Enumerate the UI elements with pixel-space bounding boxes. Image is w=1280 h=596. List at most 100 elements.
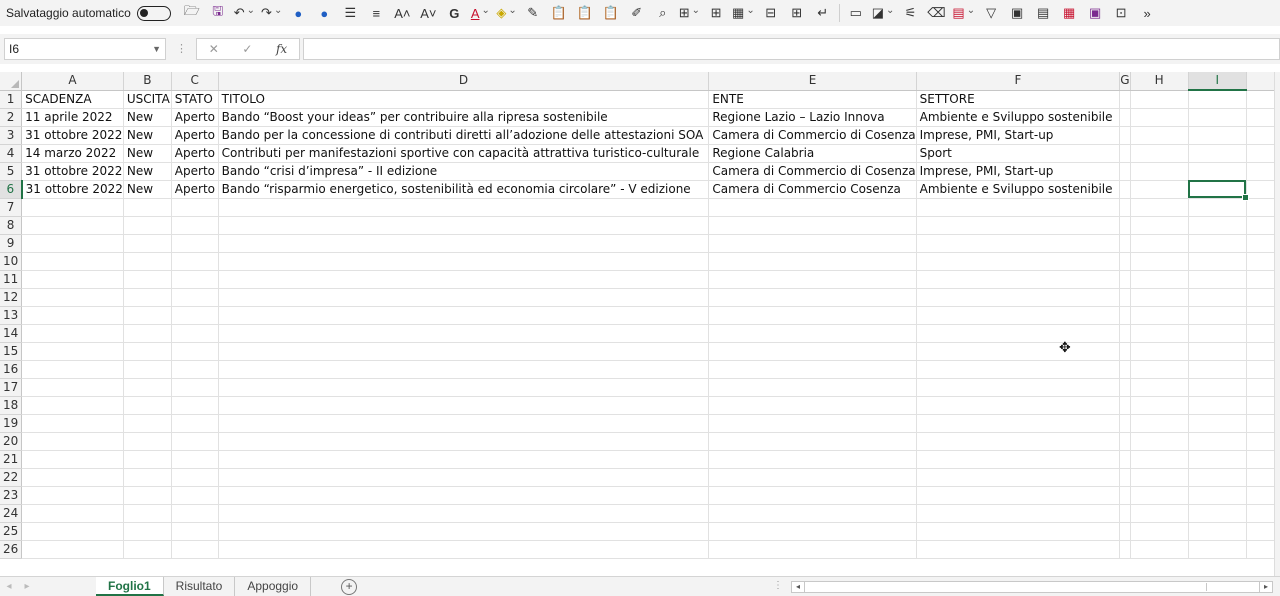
- cell-c20[interactable]: [171, 432, 219, 451]
- cell-d11[interactable]: [218, 270, 710, 289]
- cell-i19[interactable]: [1188, 414, 1247, 433]
- cell-b8[interactable]: [123, 216, 172, 235]
- cell-h7[interactable]: [1130, 198, 1189, 217]
- cell-a5[interactable]: 31 ottobre 2022: [21, 162, 124, 181]
- cell-d18[interactable]: [218, 396, 710, 415]
- cell-c14[interactable]: [171, 324, 219, 343]
- cell-i26[interactable]: [1188, 540, 1247, 559]
- cell-g8[interactable]: [1119, 216, 1131, 235]
- cell-h20[interactable]: [1130, 432, 1189, 451]
- cell-b15[interactable]: [123, 342, 172, 361]
- tab-prev-icon[interactable]: ◂: [0, 581, 18, 592]
- cell-g17[interactable]: [1119, 378, 1131, 397]
- cell-a14[interactable]: [21, 324, 124, 343]
- paste-format-icon[interactable]: 📋: [598, 2, 624, 24]
- row-header[interactable]: 19: [0, 414, 23, 433]
- cell-c7[interactable]: [171, 198, 219, 217]
- confirm-icon[interactable]: ✓: [242, 42, 252, 56]
- cell-h1[interactable]: [1130, 90, 1189, 109]
- add-sheet-icon[interactable]: +: [341, 578, 358, 595]
- row-header[interactable]: 24: [0, 504, 23, 523]
- row-header[interactable]: 22: [0, 468, 23, 487]
- cell-i25[interactable]: [1188, 522, 1247, 541]
- cell-f3[interactable]: Imprese, PMI, Start-up: [916, 126, 1121, 145]
- cell-c19[interactable]: [171, 414, 219, 433]
- cell-b13[interactable]: [123, 306, 172, 325]
- row-header[interactable]: 12: [0, 288, 23, 307]
- align-left-icon[interactable]: ≡: [363, 2, 389, 24]
- cell-d21[interactable]: [218, 450, 710, 469]
- cell-c15[interactable]: [171, 342, 219, 361]
- cell-g9[interactable]: [1119, 234, 1131, 253]
- row-header[interactable]: 23: [0, 486, 23, 505]
- row-header[interactable]: 21: [0, 450, 23, 469]
- cell-c16[interactable]: [171, 360, 219, 379]
- column-header-e[interactable]: E: [708, 72, 917, 91]
- row-header[interactable]: 3: [0, 126, 23, 145]
- vertical-scrollbar[interactable]: [1274, 72, 1280, 576]
- cell-i11[interactable]: [1188, 270, 1247, 289]
- cell-f11[interactable]: [916, 270, 1121, 289]
- row-header[interactable]: 4: [0, 144, 23, 163]
- cell-b23[interactable]: [123, 486, 172, 505]
- cell-f4[interactable]: Sport: [916, 144, 1121, 163]
- fill-icon[interactable]: ▤: [949, 2, 978, 24]
- cell-a12[interactable]: [21, 288, 124, 307]
- row-header[interactable]: 8: [0, 216, 23, 235]
- cell-b14[interactable]: [123, 324, 172, 343]
- cell-e22[interactable]: [708, 468, 917, 487]
- column-header-b[interactable]: B: [123, 72, 172, 91]
- cell-c12[interactable]: [171, 288, 219, 307]
- cell-d23[interactable]: [218, 486, 710, 505]
- cell-g20[interactable]: [1119, 432, 1131, 451]
- formula-bar-handle-icon[interactable]: ⋮: [176, 42, 187, 55]
- cell-e20[interactable]: [708, 432, 917, 451]
- cell-d24[interactable]: [218, 504, 710, 523]
- cell-e16[interactable]: [708, 360, 917, 379]
- cell-b26[interactable]: [123, 540, 172, 559]
- cell-c1[interactable]: STATO: [171, 90, 219, 109]
- cell-d1[interactable]: TITOLO: [218, 90, 710, 109]
- cell-c21[interactable]: [171, 450, 219, 469]
- cell-a18[interactable]: [21, 396, 124, 415]
- redo-icon[interactable]: ↷: [258, 2, 285, 24]
- row-header[interactable]: 14: [0, 324, 23, 343]
- fill-handle[interactable]: [1242, 194, 1250, 201]
- filter-icon[interactable]: ▽: [978, 2, 1004, 24]
- row-header[interactable]: 25: [0, 522, 23, 541]
- format-painter-icon[interactable]: ✎: [520, 2, 546, 24]
- cell-d25[interactable]: [218, 522, 710, 541]
- cell-e3[interactable]: Camera di Commercio di Cosenza: [708, 126, 917, 145]
- cell-i24[interactable]: [1188, 504, 1247, 523]
- open-icon[interactable]: 🗁: [179, 2, 205, 24]
- cell-f13[interactable]: [916, 306, 1121, 325]
- cell-h25[interactable]: [1130, 522, 1189, 541]
- cell-h15[interactable]: [1130, 342, 1189, 361]
- cell-h6[interactable]: [1130, 180, 1189, 199]
- cell-b16[interactable]: [123, 360, 172, 379]
- select-all-corner[interactable]: [0, 72, 23, 91]
- borders-all-icon[interactable]: ⊞: [703, 2, 729, 24]
- row-header[interactable]: 5: [0, 162, 23, 181]
- cell-i21[interactable]: [1188, 450, 1247, 469]
- cell-g13[interactable]: [1119, 306, 1131, 325]
- align-center-icon[interactable]: ☰: [337, 2, 363, 24]
- cell-f5[interactable]: Imprese, PMI, Start-up: [916, 162, 1121, 181]
- chevron-down-icon[interactable]: ▼: [152, 39, 161, 59]
- cell-d6[interactable]: Bando “risparmio energetico, sostenibili…: [218, 180, 710, 199]
- cell-e7[interactable]: [708, 198, 917, 217]
- cell-h12[interactable]: [1130, 288, 1189, 307]
- row-header[interactable]: 9: [0, 234, 23, 253]
- cell-a20[interactable]: [21, 432, 124, 451]
- cell-f20[interactable]: [916, 432, 1121, 451]
- row-header[interactable]: 13: [0, 306, 23, 325]
- circle-icon[interactable]: ●: [311, 2, 337, 24]
- cell-h24[interactable]: [1130, 504, 1189, 523]
- chart-icon[interactable]: ▭: [843, 2, 869, 24]
- cell-e23[interactable]: [708, 486, 917, 505]
- cell-h4[interactable]: [1130, 144, 1189, 163]
- cell-i7[interactable]: [1188, 198, 1247, 217]
- cell-h21[interactable]: [1130, 450, 1189, 469]
- cell-i15[interactable]: [1188, 342, 1247, 361]
- cell-i4[interactable]: [1188, 144, 1247, 163]
